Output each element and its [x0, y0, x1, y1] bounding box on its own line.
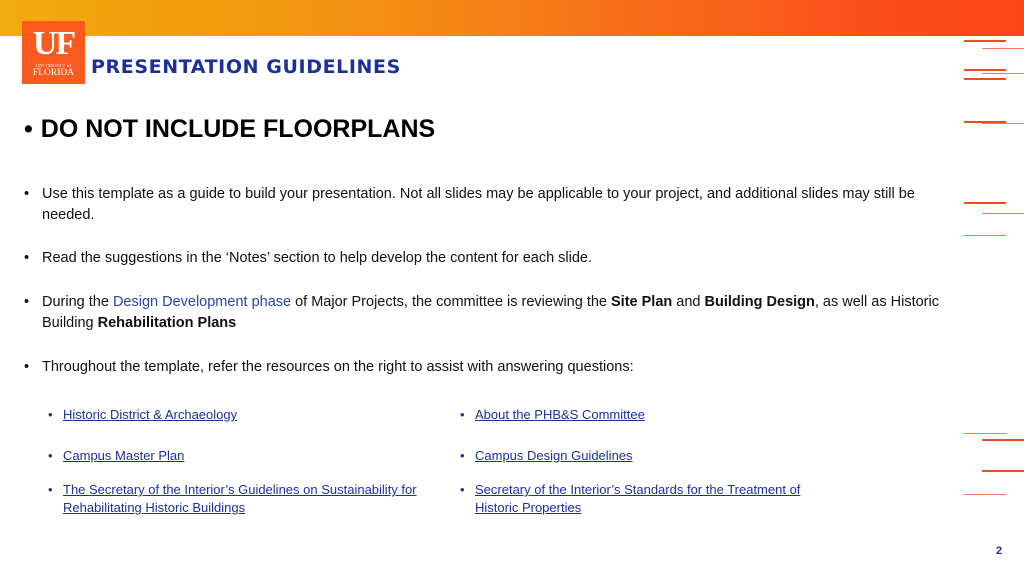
bullet-marker: •	[24, 250, 30, 266]
resource-link-item: • Historic District & Archaeology	[48, 406, 443, 424]
heading-text: DO NOT INCLUDE FLOORPLANS	[40, 115, 436, 143]
deco-line	[964, 494, 1006, 495]
deco-line	[982, 48, 1024, 49]
bullet-item: • Use this template as a guide to build …	[24, 184, 954, 226]
bullet-item: • Read the suggestions in the ‘Notes’ se…	[24, 248, 954, 269]
bullet-item: • Throughout the template, refer the res…	[24, 357, 954, 378]
bullet-text: During the Design Development phase of M…	[24, 292, 954, 334]
uf-logo: UF UNIVERSITY of FLORIDA	[22, 21, 85, 84]
link-treatment-standards[interactable]: Secretary of the Interior’s Standards fo…	[460, 481, 840, 517]
bullet-marker: •	[24, 294, 30, 310]
deco-line	[982, 73, 1024, 74]
design-development-link[interactable]: Design Development phase	[113, 294, 291, 310]
resource-link-item: • About the PHB&S Committee	[460, 406, 840, 424]
bold-building-design: Building Design	[704, 294, 815, 310]
resource-link-item: • Campus Master Plan	[48, 447, 443, 465]
bold-rehabilitation-plans: Rehabilitation Plans	[97, 315, 237, 331]
header-gradient-bar	[0, 0, 1024, 36]
deco-line	[982, 213, 1024, 214]
text-segment: of Major Projects, the committee is revi…	[291, 294, 612, 310]
deco-line	[964, 202, 1006, 204]
bullet-text: Throughout the template, refer the resou…	[42, 359, 634, 375]
bullet-item: • During the Design Development phase of…	[24, 292, 954, 334]
bullet-marker: •	[48, 482, 53, 497]
link-campus-design-guidelines[interactable]: Campus Design Guidelines	[460, 447, 840, 465]
bullet-marker: •	[460, 482, 465, 497]
deco-line	[964, 69, 1006, 71]
deco-line	[964, 40, 1006, 42]
link-sustainability-guidelines[interactable]: The Secretary of the Interior’s Guidelin…	[48, 481, 443, 517]
deco-line	[982, 470, 1024, 472]
link-historic-district-archaeology[interactable]: Historic District & Archaeology	[48, 406, 443, 424]
heading-bullet: •	[24, 115, 33, 143]
link-campus-master-plan[interactable]: Campus Master Plan	[48, 447, 443, 465]
bullet-marker: •	[460, 407, 465, 422]
deco-line	[982, 439, 1024, 441]
deco-line	[964, 433, 1006, 434]
logo-florida-text: FLORIDA	[32, 68, 75, 78]
text-segment: During the	[42, 294, 113, 310]
bullet-marker: •	[48, 407, 53, 422]
bullet-text: Read the suggestions in the ‘Notes’ sect…	[42, 250, 593, 266]
bullet-marker: •	[24, 186, 30, 202]
bold-site-plan: Site Plan	[611, 294, 673, 310]
logo-uf-text: UF	[32, 25, 76, 62]
text-segment: and	[672, 294, 705, 310]
link-about-phbs-committee[interactable]: About the PHB&S Committee	[460, 406, 840, 424]
page-number: 2	[996, 545, 1003, 557]
slide-title: PRESENTATION GUIDELINES	[91, 56, 401, 78]
bullet-marker: •	[48, 448, 53, 463]
deco-line	[982, 123, 1024, 124]
bullet-marker: •	[460, 448, 465, 463]
bullet-marker: •	[24, 359, 30, 375]
deco-line	[964, 235, 1006, 236]
bullet-text: Use this template as a guide to build yo…	[42, 186, 915, 223]
main-heading: • DO NOT INCLUDE FLOORPLANS	[24, 115, 435, 144]
resource-link-item: • Secretary of the Interior’s Standards …	[460, 481, 840, 517]
resource-link-item: • Campus Design Guidelines	[460, 447, 840, 465]
resource-link-item: • The Secretary of the Interior’s Guidel…	[48, 481, 443, 517]
deco-line	[964, 78, 1006, 80]
